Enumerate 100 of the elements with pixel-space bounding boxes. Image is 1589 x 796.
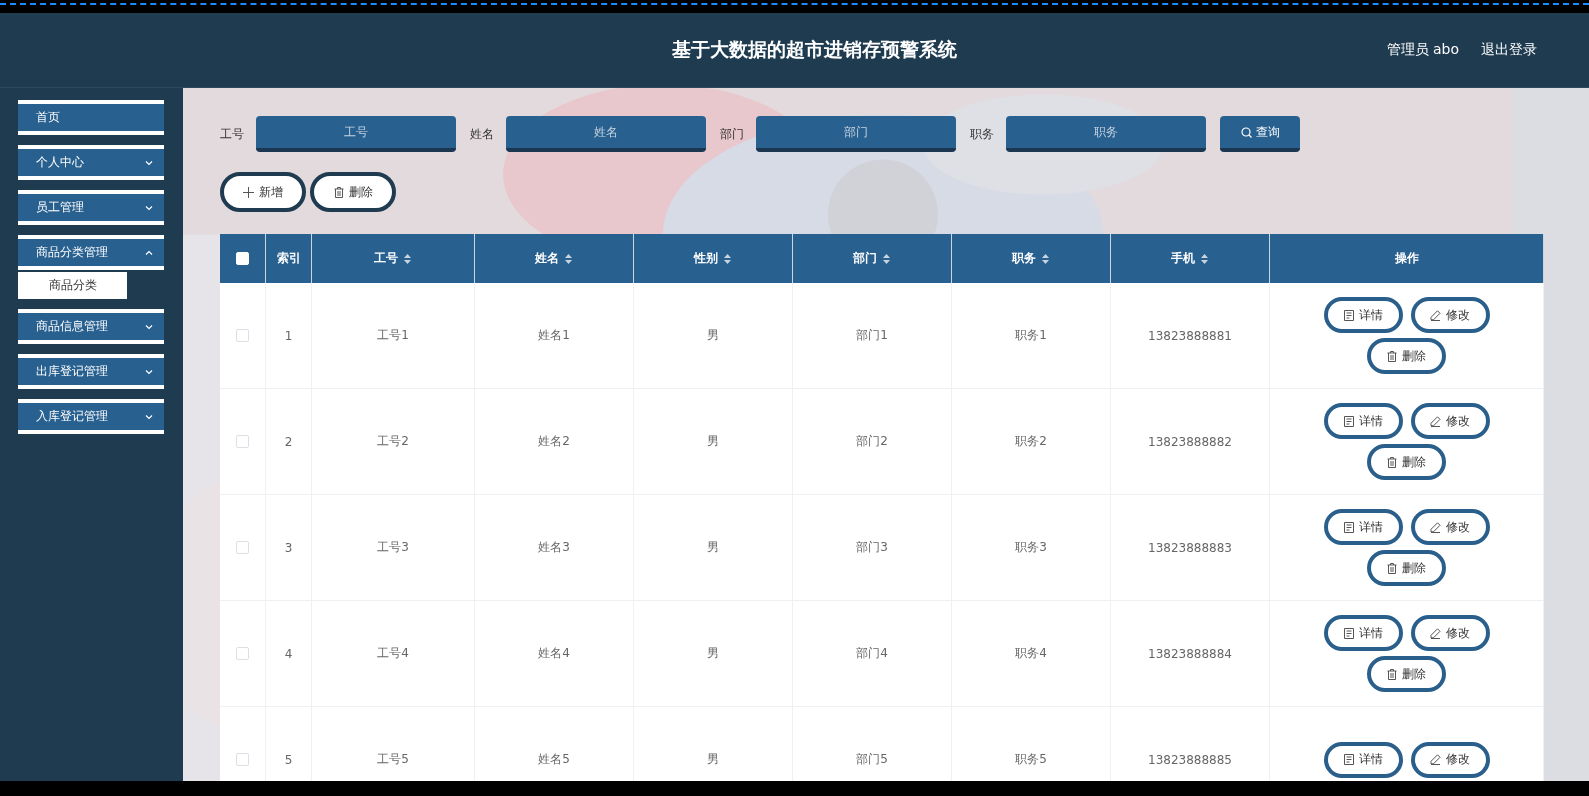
select-all-checkbox[interactable] bbox=[236, 252, 249, 265]
sort-icon[interactable] bbox=[1041, 252, 1050, 265]
table-cell: 13823888881 bbox=[1111, 283, 1270, 389]
sort-icon[interactable] bbox=[723, 252, 732, 265]
trash-icon bbox=[1387, 456, 1397, 468]
table-cell: 姓名2 bbox=[475, 389, 634, 495]
table-cell: 男 bbox=[634, 495, 793, 601]
delete-button[interactable]: 删除 bbox=[1367, 444, 1446, 480]
edit-button[interactable]: 修改 bbox=[1410, 615, 1490, 651]
sidebar-item-label: 出库登记管理 bbox=[36, 363, 109, 380]
table-cell: 13823888882 bbox=[1111, 389, 1270, 495]
table-cell: 男 bbox=[634, 601, 793, 707]
column-title: 姓名 bbox=[535, 250, 559, 267]
column-header[interactable]: 姓名 bbox=[475, 234, 634, 283]
sidebar-item-label: 入库登记管理 bbox=[36, 408, 109, 425]
trash-icon bbox=[1387, 668, 1397, 680]
detail-button[interactable]: 详情 bbox=[1323, 297, 1403, 333]
document-icon bbox=[1343, 627, 1354, 639]
table-cell: 1 bbox=[266, 283, 312, 389]
field-label: 职务 bbox=[970, 125, 994, 143]
search-field[interactable]: 部门 bbox=[756, 116, 956, 152]
edit-button[interactable]: 修改 bbox=[1410, 403, 1490, 439]
sidebar-item[interactable]: 商品信息管理 bbox=[18, 309, 164, 344]
field-label: 工号 bbox=[220, 125, 244, 143]
column-header[interactable]: 手机 bbox=[1111, 234, 1270, 283]
pencil-icon bbox=[1430, 627, 1441, 639]
detail-button[interactable]: 详情 bbox=[1323, 403, 1403, 439]
pencil-icon bbox=[1430, 309, 1441, 321]
edit-button[interactable]: 修改 bbox=[1410, 297, 1490, 333]
delete-button[interactable]: 删除 bbox=[1367, 338, 1446, 374]
sidebar-item-label: 首页 bbox=[36, 109, 61, 126]
document-icon bbox=[1343, 415, 1354, 427]
plus-icon bbox=[243, 186, 254, 198]
table-cell: 姓名3 bbox=[475, 495, 634, 601]
table-cell: 姓名4 bbox=[475, 601, 634, 707]
sidebar-item[interactable]: 个人中心 bbox=[18, 145, 164, 180]
add-button[interactable]: 新增 bbox=[220, 172, 306, 212]
search-field[interactable]: 工号 bbox=[256, 116, 456, 152]
table-cell: 2 bbox=[266, 389, 312, 495]
detail-button[interactable]: 详情 bbox=[1323, 509, 1403, 545]
sort-icon[interactable] bbox=[882, 252, 891, 265]
sort-icon[interactable] bbox=[403, 252, 412, 265]
row-checkbox[interactable] bbox=[236, 329, 249, 342]
column-title: 工号 bbox=[374, 250, 398, 267]
table-cell: 13823888883 bbox=[1111, 495, 1270, 601]
table-cell: 男 bbox=[634, 283, 793, 389]
table-cell: 部门3 bbox=[793, 495, 952, 601]
row-checkbox[interactable] bbox=[236, 753, 249, 766]
document-icon bbox=[1343, 521, 1354, 533]
column-header[interactable]: 职务 bbox=[952, 234, 1111, 283]
edit-button[interactable]: 修改 bbox=[1410, 741, 1490, 778]
table-cell: 4 bbox=[266, 601, 312, 707]
sort-icon[interactable] bbox=[1200, 252, 1209, 265]
row-checkbox[interactable] bbox=[236, 435, 249, 448]
app-title: 基于大数据的超市进销存预警系统 bbox=[671, 37, 957, 62]
column-title: 手机 bbox=[1171, 250, 1195, 267]
delete-button[interactable]: 删除 bbox=[1367, 550, 1446, 586]
row-checkbox[interactable] bbox=[236, 541, 249, 554]
sidebar-item[interactable]: 员工管理 bbox=[18, 190, 164, 225]
detail-button[interactable]: 详情 bbox=[1323, 615, 1403, 651]
logout-link[interactable]: 退出登录 bbox=[1481, 41, 1537, 59]
column-title: 职务 bbox=[1012, 250, 1036, 267]
sidebar-subitem[interactable]: 商品分类 bbox=[18, 272, 127, 299]
table-cell: 部门1 bbox=[793, 283, 952, 389]
column-title: 操作 bbox=[1394, 250, 1419, 267]
sidebar-item-label: 商品信息管理 bbox=[36, 318, 109, 335]
sidebar-item[interactable]: 首页 bbox=[18, 100, 164, 135]
trash-icon bbox=[1387, 350, 1397, 362]
column-header[interactable]: 部门 bbox=[793, 234, 952, 283]
table-cell: 职务3 bbox=[952, 495, 1111, 601]
column-header[interactable]: 工号 bbox=[312, 234, 475, 283]
table-cell: 部门2 bbox=[793, 389, 952, 495]
search-field[interactable]: 姓名 bbox=[506, 116, 706, 152]
query-button[interactable]: 查询 bbox=[1220, 116, 1300, 152]
search-field[interactable]: 职务 bbox=[1006, 116, 1206, 152]
sidebar-item[interactable]: 出库登记管理 bbox=[18, 354, 164, 389]
table-cell: 工号2 bbox=[312, 389, 475, 495]
detail-button[interactable]: 详情 bbox=[1323, 741, 1403, 778]
column-header[interactable]: 性别 bbox=[634, 234, 793, 283]
sort-icon[interactable] bbox=[564, 252, 573, 265]
table-cell: 部门4 bbox=[793, 601, 952, 707]
table-cell: 姓名1 bbox=[475, 283, 634, 389]
sidebar-item-label: 个人中心 bbox=[36, 154, 85, 171]
pencil-icon bbox=[1430, 754, 1441, 765]
edit-button[interactable]: 修改 bbox=[1410, 509, 1490, 545]
document-icon bbox=[1343, 754, 1354, 765]
trash-icon bbox=[1387, 562, 1397, 574]
table-cell: 男 bbox=[634, 389, 793, 495]
table-cell: 职务4 bbox=[952, 601, 1111, 707]
delete-button[interactable]: 删除 bbox=[310, 172, 396, 212]
delete-button[interactable]: 删除 bbox=[1367, 656, 1446, 692]
sidebar-item[interactable]: 商品分类管理 bbox=[18, 235, 164, 270]
sidebar-item[interactable]: 入库登记管理 bbox=[18, 399, 164, 434]
row-checkbox[interactable] bbox=[236, 647, 249, 660]
document-icon bbox=[1343, 309, 1354, 321]
column-title: 性别 bbox=[694, 250, 718, 267]
sidebar-item-label: 商品分类管理 bbox=[36, 244, 109, 261]
table-cell: 职务2 bbox=[952, 389, 1111, 495]
table-cell: 职务1 bbox=[952, 283, 1111, 389]
field-label: 部门 bbox=[720, 125, 744, 143]
